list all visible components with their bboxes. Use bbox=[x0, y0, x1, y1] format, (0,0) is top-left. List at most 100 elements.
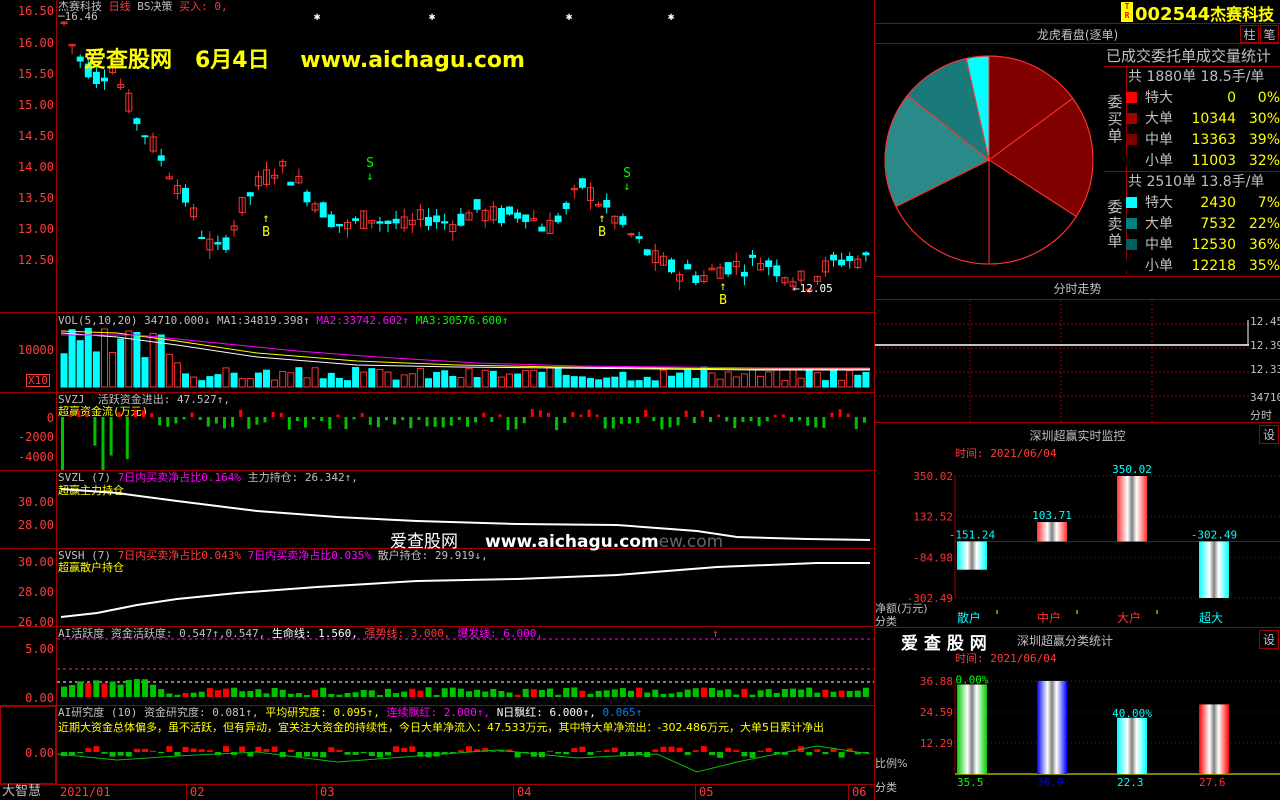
category-label: 大户 bbox=[1117, 610, 1141, 625]
candle-body bbox=[578, 178, 586, 188]
activity-bar bbox=[830, 691, 837, 697]
activity-bar bbox=[684, 689, 691, 697]
monitor1-settings-button[interactable]: 设 bbox=[1259, 425, 1279, 444]
flow-bar bbox=[263, 417, 267, 423]
volume-bar bbox=[335, 377, 343, 388]
activity-bar bbox=[798, 689, 805, 697]
volume-bar bbox=[400, 374, 408, 388]
ratio-bar-pct: 0.00% bbox=[955, 673, 988, 686]
retail-position-line bbox=[60, 562, 870, 618]
candle-body bbox=[352, 218, 360, 221]
candle-body bbox=[214, 242, 222, 245]
flow-bar bbox=[862, 417, 866, 423]
volume-bar bbox=[627, 380, 635, 388]
order-pie-chart bbox=[884, 55, 1094, 265]
flow-bar bbox=[611, 417, 615, 429]
volume-bar bbox=[433, 371, 441, 388]
volume-bar bbox=[546, 366, 554, 388]
ai-activity-chart[interactable]: ↑ bbox=[57, 627, 874, 705]
ai-research-chart[interactable] bbox=[57, 706, 874, 784]
activity-bar bbox=[239, 691, 246, 697]
pie-panel-titlebar: 龙虎看盘(逐单) 柱 笔 bbox=[875, 24, 1280, 44]
activity-bar bbox=[158, 689, 165, 697]
volume-bar bbox=[611, 376, 619, 388]
flow-bar bbox=[158, 417, 162, 426]
activity-bar bbox=[709, 687, 715, 697]
buy-total: 共 1880单 18.5手/单 bbox=[1128, 69, 1265, 85]
flow-bar bbox=[854, 417, 858, 430]
volume-bar bbox=[206, 376, 214, 388]
flow-bar bbox=[295, 417, 299, 422]
volume-bar bbox=[222, 367, 230, 388]
volume-bar bbox=[319, 378, 327, 388]
flow-bar bbox=[425, 417, 429, 427]
flow-bar-value: 350.02 bbox=[1112, 463, 1152, 476]
flow-bar bbox=[514, 417, 518, 430]
activity-bar bbox=[368, 690, 375, 697]
research-bar bbox=[401, 747, 408, 752]
date-label: 06 bbox=[852, 785, 867, 799]
signal-star-icon: ✱ bbox=[566, 10, 573, 23]
research-bar bbox=[611, 747, 618, 752]
date-label: 03 bbox=[320, 785, 335, 799]
volume-bar bbox=[514, 373, 522, 388]
flow-bar bbox=[757, 417, 761, 427]
date-label: 05 bbox=[699, 785, 714, 799]
flow-bar-value: 103.71 bbox=[1032, 509, 1072, 522]
research-bar bbox=[198, 749, 205, 752]
volume-bar bbox=[125, 330, 133, 388]
volume-bar bbox=[821, 380, 829, 388]
candle-body bbox=[514, 212, 522, 219]
research-bar bbox=[190, 748, 197, 752]
volume-bar bbox=[384, 371, 392, 388]
vol-ma1-line bbox=[60, 332, 870, 371]
volume-chart[interactable] bbox=[57, 313, 874, 392]
flow-bar bbox=[279, 412, 283, 417]
intraday-chart[interactable] bbox=[875, 300, 1249, 422]
flow-bar bbox=[344, 417, 348, 430]
volume-bar bbox=[76, 340, 84, 388]
ratio-bar-3 bbox=[1199, 704, 1229, 774]
candle-body bbox=[765, 260, 773, 268]
research-bar bbox=[223, 746, 229, 752]
candle-body bbox=[830, 254, 837, 261]
volume-bar bbox=[441, 370, 449, 388]
chart-area[interactable]: 杰赛科技 日线 BS决策 买入: 0, ─16.46 16.50 16.00 1… bbox=[0, 0, 874, 800]
svsh-chart[interactable] bbox=[57, 549, 874, 626]
category-label: 超大 bbox=[1199, 610, 1223, 625]
volume-bar bbox=[392, 379, 400, 388]
activity-bar bbox=[231, 687, 238, 697]
research-bar bbox=[490, 750, 497, 752]
research-bar bbox=[368, 752, 375, 757]
flow-bar bbox=[700, 410, 704, 417]
signal-star-icon: ✱ bbox=[668, 10, 675, 23]
monitor2-time: 时间: 2021/06/04 bbox=[955, 652, 1057, 665]
activity-bar bbox=[692, 688, 699, 697]
flow-bar bbox=[717, 414, 721, 417]
research-bar bbox=[652, 749, 659, 752]
date-label: 04 bbox=[517, 785, 532, 799]
intraday-panel[interactable]: 分时走势 12.45 12.39 12.33 34710 分时 bbox=[875, 276, 1280, 423]
bar-view-button[interactable]: 柱 bbox=[1240, 25, 1259, 43]
candle-body bbox=[603, 200, 611, 208]
flow-bar bbox=[684, 410, 688, 417]
svzj-chart[interactable] bbox=[57, 393, 874, 470]
activity-bar bbox=[474, 689, 481, 697]
flow-bar-1 bbox=[1037, 522, 1067, 542]
activity-bar bbox=[449, 687, 456, 697]
volume-bar bbox=[489, 370, 497, 388]
flow-bar bbox=[814, 417, 818, 428]
flow-bar-3 bbox=[1199, 541, 1229, 598]
order-count: 7532 bbox=[1200, 216, 1236, 232]
activity-bar bbox=[547, 688, 553, 697]
flow-bar bbox=[336, 414, 340, 417]
count-view-button[interactable]: 笔 bbox=[1260, 25, 1279, 43]
svzl-axis-0: 30.00 bbox=[17, 495, 54, 509]
research-bar bbox=[822, 752, 829, 755]
legend-swatch bbox=[1126, 113, 1137, 124]
monitor2-settings-button[interactable]: 设 bbox=[1259, 630, 1279, 649]
ratio-bar-value: 27.6 bbox=[1199, 776, 1226, 789]
activity-bar bbox=[142, 679, 148, 697]
candle-body bbox=[246, 192, 254, 197]
activity-bar bbox=[352, 692, 359, 697]
